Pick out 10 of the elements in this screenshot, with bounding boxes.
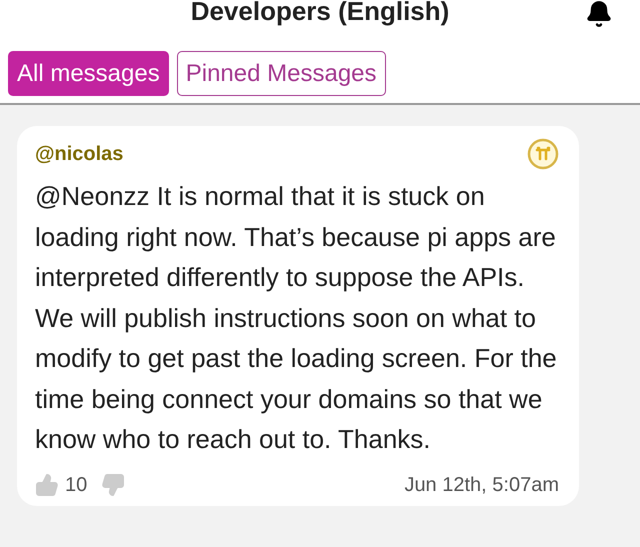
message-text: @Neonzz It is normal that it is stuck on loading right now. That’s because pi apps are interpreted differently to suppose the APIs. We will publish instructions soon on what to modify to get past the loading screen. For the time being connect your domains so that we know who to reach out to. Thanks. xyxy=(35,180,558,456)
like-count: 10 xyxy=(65,472,88,498)
filter-tab[interactable]: Pinned Messages xyxy=(176,51,386,96)
channel-title: Developers (English) xyxy=(190,0,450,25)
filter-tab[interactable]: All messages xyxy=(8,51,169,96)
author-name[interactable]: @nicolas xyxy=(35,139,124,169)
thumbs-up-icon[interactable] xyxy=(35,472,59,496)
pi-coin-icon xyxy=(527,138,559,170)
thumbs-down-icon[interactable] xyxy=(101,472,126,496)
message-time: Jun 12th, 5:07am xyxy=(404,472,559,498)
